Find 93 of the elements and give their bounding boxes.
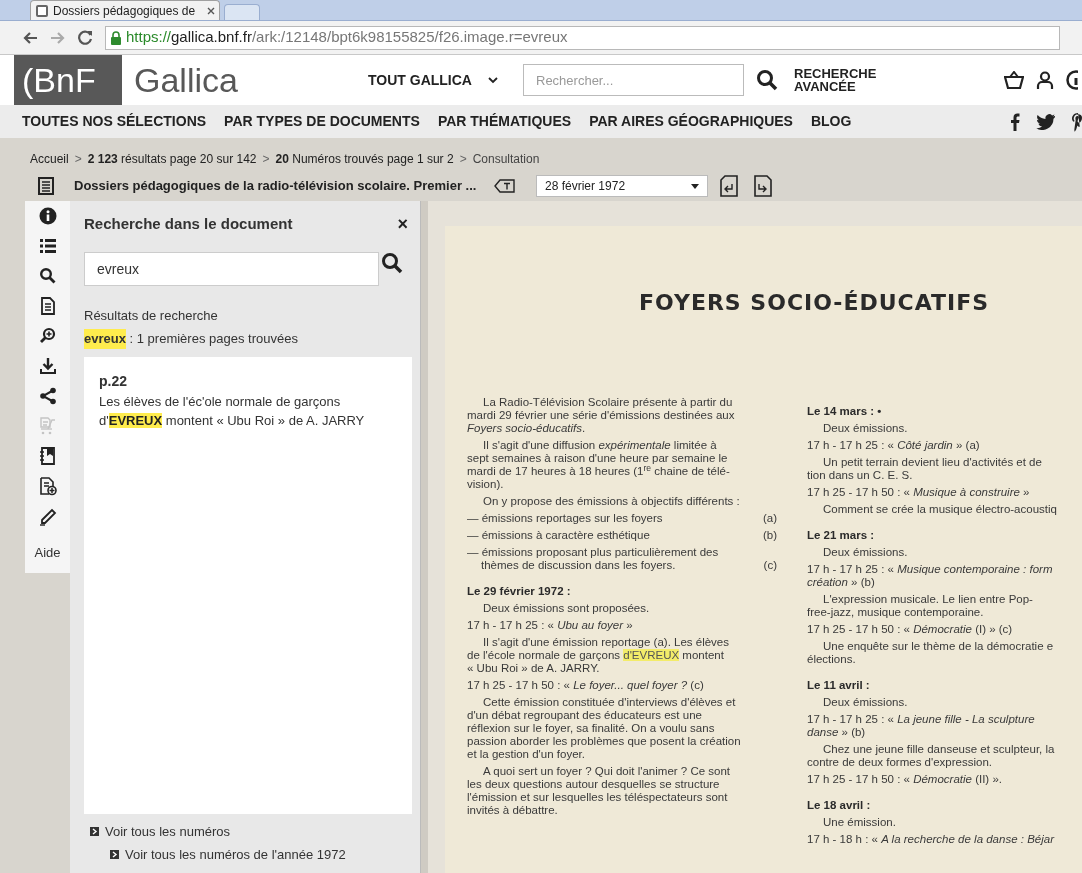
user-icon[interactable]: [1036, 71, 1054, 89]
section-heading: Le 21 mars :: [807, 529, 876, 542]
search-field[interactable]: Rechercher...: [523, 64, 744, 96]
paragraph: Chez une jeune fille danseuse et sculpteur, la contre de deux formes d'expression.: [807, 743, 1056, 769]
bnf-logo[interactable]: (BnF: [14, 55, 122, 105]
nav-link[interactable]: PAR THÉMATIQUES: [437, 111, 572, 132]
schedule-line: 17 h - 17 h 25 : « Musique contemporaine : form création » (b): [807, 563, 1054, 589]
paragraph: Comment se crée la musique électro-acoustiq: [822, 503, 1057, 516]
document-title: Dossiers pédagogiques de la radio-télévision scolaire. Premier ...: [74, 177, 478, 196]
breadcrumb-current: Consultation: [472, 151, 540, 168]
document-icon[interactable]: [38, 297, 57, 317]
paragraph: Deux émissions.: [822, 422, 909, 435]
arrow-icon: [90, 826, 99, 836]
schedule-line: 17 h 25 - 17 h 50 : « Démocratie (I) » (c): [807, 623, 1014, 636]
reload-icon[interactable]: [78, 30, 93, 45]
browser-tab[interactable]: Dossiers pédagogiques de: [30, 0, 220, 20]
site-name[interactable]: Gallica: [134, 54, 368, 106]
breadcrumb-separator: >: [74, 151, 82, 168]
search-icon[interactable]: [381, 251, 403, 274]
panel-title: Recherche dans le document: [84, 214, 293, 234]
info-icon[interactable]: [1066, 70, 1078, 90]
add-document-icon[interactable]: [38, 477, 57, 497]
list-item: — émissions reportages sur les foyers (a): [467, 512, 777, 525]
section-heading: Le 29 février 1972 :: [467, 585, 572, 598]
share-icon[interactable]: [38, 387, 57, 407]
search-term: evreux: [84, 329, 126, 349]
facebook-icon[interactable]: [1010, 112, 1020, 131]
paragraph: Une enquête sur le thème de la démocratie e élections.: [807, 640, 1055, 666]
pencil-icon[interactable]: [38, 507, 57, 527]
search-field[interactable]: evreux: [84, 251, 379, 286]
download-icon[interactable]: [38, 357, 57, 377]
nav-link[interactable]: BLOG: [810, 111, 852, 132]
section-heading: Le 14 mars : •: [807, 405, 883, 418]
paragraph: Deux émissions sont proposées.: [482, 602, 651, 615]
schedule-line: 17 h - 17 h 25 : « Côté jardin » (a): [807, 439, 981, 452]
paragraph: La Radio-Télévision Scolaire présente à partir du mardi 29 février une série d'émissions destinées aux Foyers socio-éducatifs.: [467, 396, 736, 435]
address-field[interactable]: https://gallica.bnf.fr/ark:/12148/bpt6k98155825/f26.image.r=evreux: [105, 25, 1060, 50]
paragraph: L'expression musicale. Le lien entre Pop- free-jazz, musique contemporaine.: [807, 593, 1034, 619]
nav-link[interactable]: PAR AIRES GÉOGRAPHIQUES: [589, 111, 793, 132]
paragraph: Il s'agit d'une émission reportage (a). Les élèves de l'école normale de garçons d'EVREUX montent « Ubu Roi » de A. JARRY.: [467, 636, 731, 675]
schedule-line: 17 h - 17 h 25 : « La jeune fille - La sculpture danse » (b): [807, 713, 1036, 739]
twitter-icon[interactable]: [1036, 113, 1056, 130]
paragraph: Cette émission constituée d'interviews d'élèves et d'un débat regroupant des éducateurs est une réflexion sur le foyer, sa finalité. On a voulu sans passion aborder les problèmes que posent la création et la gestion d'un foyer.: [467, 696, 742, 761]
schedule-line: 17 h 25 - 17 h 50 : « Musique à construire »: [807, 486, 1031, 499]
list-item: — émissions proposant plus particulièrement des thèmes de discussion dans les foyers. (c): [467, 546, 777, 572]
breadcrumb-link[interactable]: Accueil: [30, 150, 69, 168]
help-link[interactable]: Aide: [34, 543, 61, 563]
advanced-search-link[interactable]: RECHERCHE AVANCÉE: [794, 67, 884, 93]
page-heading: FOYERS SOCIO-ÉDUCATIFS: [639, 289, 991, 317]
results-heading: Résultats de recherche: [84, 306, 219, 325]
search-icon[interactable]: [756, 69, 778, 91]
previous-page-icon[interactable]: [720, 175, 738, 197]
schedule-line: 17 h 25 - 17 h 50 : « Le foyer... quel foyer ? (c): [467, 679, 705, 692]
basket-icon[interactable]: [1004, 71, 1024, 89]
caret-icon: [691, 183, 699, 189]
issues-link[interactable]: Voir tous les numéros: [105, 821, 230, 841]
next-page-icon[interactable]: [754, 175, 772, 197]
page-icon: [35, 3, 49, 18]
result-snippet[interactable]: Les élèves de l'éc'ole normale de garçons d'EVREUX montent « Ubu Roi » de A. JARRY: [99, 391, 399, 430]
paragraph: Une émission.: [822, 816, 897, 829]
nav-link[interactable]: TOUTES NOS SÉLECTIONS: [22, 111, 207, 132]
tag-icon[interactable]: [494, 179, 516, 193]
results-summary: : 1 premières pages trouvées: [128, 330, 298, 348]
schedule-line: 17 h - 18 h : « A la recherche de la danse : Béjar: [807, 833, 1056, 846]
issues-link[interactable]: Voir tous les numéros de l'année 1972: [125, 845, 346, 865]
scope-dropdown[interactable]: TOUT GALLICA: [368, 69, 523, 91]
paragraph: Deux émissions.: [822, 696, 909, 709]
paragraph: Deux émissions.: [822, 546, 909, 559]
schedule-line: 17 h - 17 h 25 : « Ubu au foyer »: [467, 619, 634, 632]
close-button[interactable]: ×: [397, 215, 408, 234]
schedule-line: 17 h 25 - 17 h 50 : « Démocratie (II) ».: [807, 773, 1003, 786]
bookmark-icon[interactable]: [38, 447, 57, 467]
arrow-icon: [110, 850, 119, 860]
breadcrumb-link[interactable]: 20 Numéros trouvés page 1 sur 2: [275, 150, 454, 168]
section-heading: Le 11 avril :: [807, 679, 871, 692]
close-icon[interactable]: [207, 6, 215, 15]
paragraph: Un petit terrain devient lieu d'activités et de tion dans un C. E. S.: [807, 456, 1043, 482]
date-dropdown[interactable]: 28 février 1972: [536, 175, 708, 197]
page-link[interactable]: p.22: [99, 370, 412, 392]
paragraph: On y propose des émissions à objectifs différents :: [482, 495, 741, 508]
breadcrumb-separator: >: [262, 151, 270, 168]
breadcrumb-link[interactable]: 2 123 résultats page 20 sur 142: [87, 150, 257, 168]
nav-link[interactable]: PAR TYPES DE DOCUMENTS: [224, 111, 420, 132]
breadcrumb-separator: >: [459, 151, 467, 168]
document-icon[interactable]: [38, 177, 54, 195]
back-icon[interactable]: [22, 30, 38, 45]
info-icon[interactable]: [38, 207, 57, 227]
lock-icon: [110, 30, 122, 45]
paragraph: A quoi sert un foyer ? Qui doit l'animer ? Ce sont les deux questions autour desquelles se structure l'émission et sur lesquelles les téléspectateurs sont invités à débattre.: [467, 765, 732, 817]
paragraph: Il s'agit d'une diffusion expérimentale limitée à sept semaines à raison d'une heure par semaine le mardi de 17 heures à 18 heures (1$^{re}$ chaine de télé- vision).: [467, 439, 731, 491]
caret-icon: [487, 76, 498, 84]
list-item: — émissions à caractère esthétique (b): [467, 529, 777, 542]
section-heading: Le 18 avril :: [807, 799, 872, 812]
